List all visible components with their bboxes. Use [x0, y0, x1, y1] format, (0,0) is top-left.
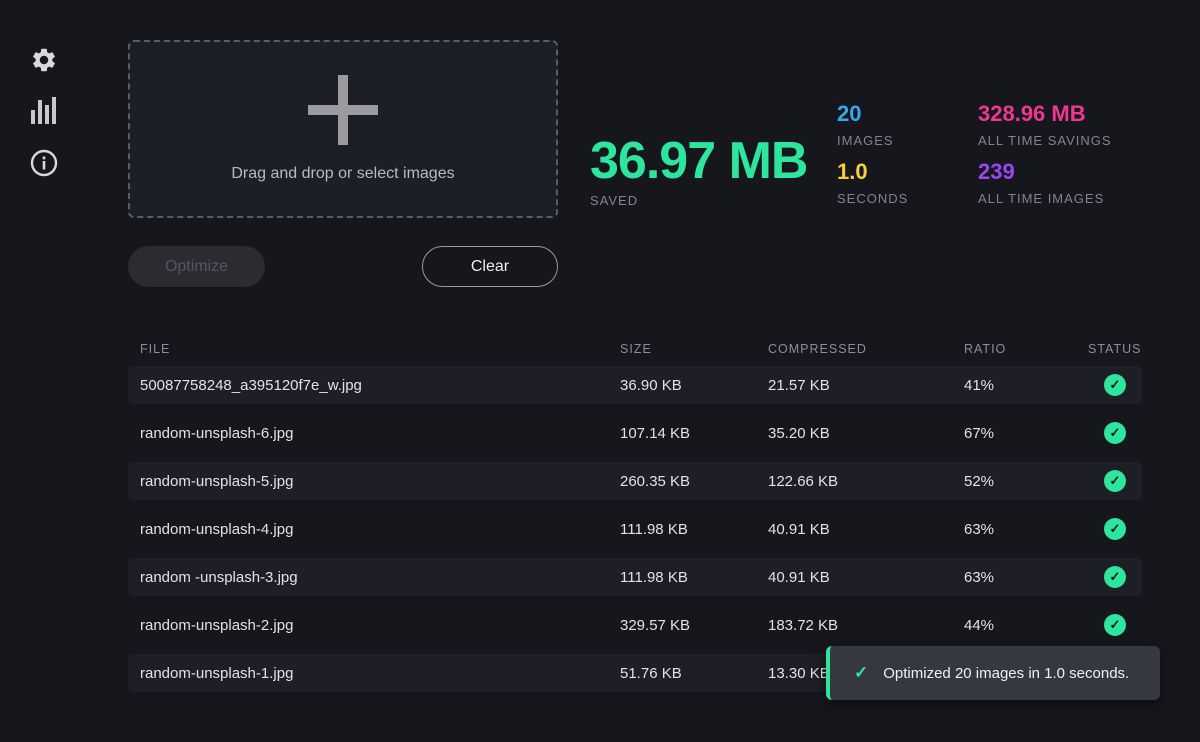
clear-button[interactable]: Clear	[422, 246, 558, 287]
all-time-savings-value: 328.96 MB	[978, 100, 1112, 128]
success-status-icon: ✓	[1104, 422, 1126, 444]
cell-ratio: 67%	[964, 425, 1088, 442]
bar-chart-icon	[30, 96, 57, 126]
col-header-compressed: COMPRESSED	[768, 342, 964, 356]
col-header-size: SIZE	[620, 342, 768, 356]
cell-size: 111.98 KB	[620, 521, 768, 538]
cell-size: 260.35 KB	[620, 473, 768, 490]
cell-compressed: 122.66 KB	[768, 473, 964, 490]
seconds-label: SECONDS	[837, 186, 908, 212]
cell-ratio: 63%	[964, 521, 1088, 538]
all-time-images-label: ALL TIME IMAGES	[978, 186, 1112, 212]
saved-value: 36.97 MB	[590, 134, 807, 188]
cell-size: 111.98 KB	[620, 569, 768, 586]
cell-compressed: 40.91 KB	[768, 521, 964, 538]
cell-file: random-unsplash-1.jpg	[140, 665, 620, 682]
cell-compressed: 21.57 KB	[768, 377, 964, 394]
cell-file: random-unsplash-4.jpg	[140, 521, 620, 538]
cell-compressed: 183.72 KB	[768, 617, 964, 634]
cell-file: random-unsplash-6.jpg	[140, 425, 620, 442]
plus-icon	[308, 75, 378, 145]
toast-message: Optimized 20 images in 1.0 seconds.	[883, 665, 1129, 682]
images-label: IMAGES	[837, 128, 908, 154]
cell-file: 50087758248_a395120f7e_w.jpg	[140, 377, 620, 394]
cell-ratio: 44%	[964, 617, 1088, 634]
cell-file: random-unsplash-2.jpg	[140, 617, 620, 634]
dropzone-label: Drag and drop or select images	[231, 165, 454, 183]
images-value: 20	[837, 100, 908, 128]
info-icon	[30, 149, 58, 177]
cell-size: 329.57 KB	[620, 617, 768, 634]
col-header-ratio: RATIO	[964, 342, 1088, 356]
cell-size: 51.76 KB	[620, 665, 768, 682]
cell-file: random-unsplash-5.jpg	[140, 473, 620, 490]
cell-ratio: 52%	[964, 473, 1088, 490]
optimize-button[interactable]: Optimize	[128, 246, 265, 287]
success-status-icon: ✓	[1104, 614, 1126, 636]
sidebar-item-stats[interactable]	[30, 96, 57, 126]
saved-label: SAVED	[590, 188, 807, 214]
table-body: 50087758248_a395120f7e_w.jpg36.90 KB21.5…	[128, 366, 1142, 692]
col-header-status: STATUS	[1088, 342, 1141, 356]
success-status-icon: ✓	[1104, 518, 1126, 540]
success-status-icon: ✓	[1104, 374, 1126, 396]
all-time-savings-label: ALL TIME SAVINGS	[978, 128, 1112, 154]
table-row: random-unsplash-5.jpg260.35 KB122.66 KB5…	[128, 462, 1142, 500]
sidebar-item-about[interactable]	[30, 149, 58, 177]
success-toast: ✓ Optimized 20 images in 1.0 seconds.	[826, 646, 1160, 700]
dropzone[interactable]: Drag and drop or select images	[128, 40, 558, 218]
col-header-file: FILE	[140, 342, 620, 356]
cell-compressed: 40.91 KB	[768, 569, 964, 586]
stat-column-session: 20 IMAGES 1.0 SECONDS	[837, 100, 908, 216]
cell-file: random -unsplash-3.jpg	[140, 569, 620, 586]
table-row: random-unsplash-2.jpg329.57 KB183.72 KB4…	[128, 606, 1142, 644]
cell-compressed: 35.20 KB	[768, 425, 964, 442]
table-row: 50087758248_a395120f7e_w.jpg36.90 KB21.5…	[128, 366, 1142, 404]
cell-size: 36.90 KB	[620, 377, 768, 394]
toast-check-icon: ✓	[854, 663, 868, 683]
cell-ratio: 41%	[964, 377, 1088, 394]
table-row: random-unsplash-4.jpg111.98 KB40.91 KB63…	[128, 510, 1142, 548]
cell-size: 107.14 KB	[620, 425, 768, 442]
all-time-images-value: 239	[978, 158, 1112, 186]
cell-ratio: 63%	[964, 569, 1088, 586]
success-status-icon: ✓	[1104, 470, 1126, 492]
success-status-icon: ✓	[1104, 566, 1126, 588]
table-header: FILE SIZE COMPRESSED RATIO STATUS	[128, 332, 1142, 366]
stat-saved: 36.97 MB SAVED	[590, 134, 807, 214]
sidebar-item-settings[interactable]	[30, 46, 58, 74]
table-row: random-unsplash-6.jpg107.14 KB35.20 KB67…	[128, 414, 1142, 452]
stat-column-alltime: 328.96 MB ALL TIME SAVINGS 239 ALL TIME …	[978, 100, 1112, 216]
table-row: random -unsplash-3.jpg111.98 KB40.91 KB6…	[128, 558, 1142, 596]
gear-icon	[30, 46, 58, 74]
seconds-value: 1.0	[837, 158, 908, 186]
